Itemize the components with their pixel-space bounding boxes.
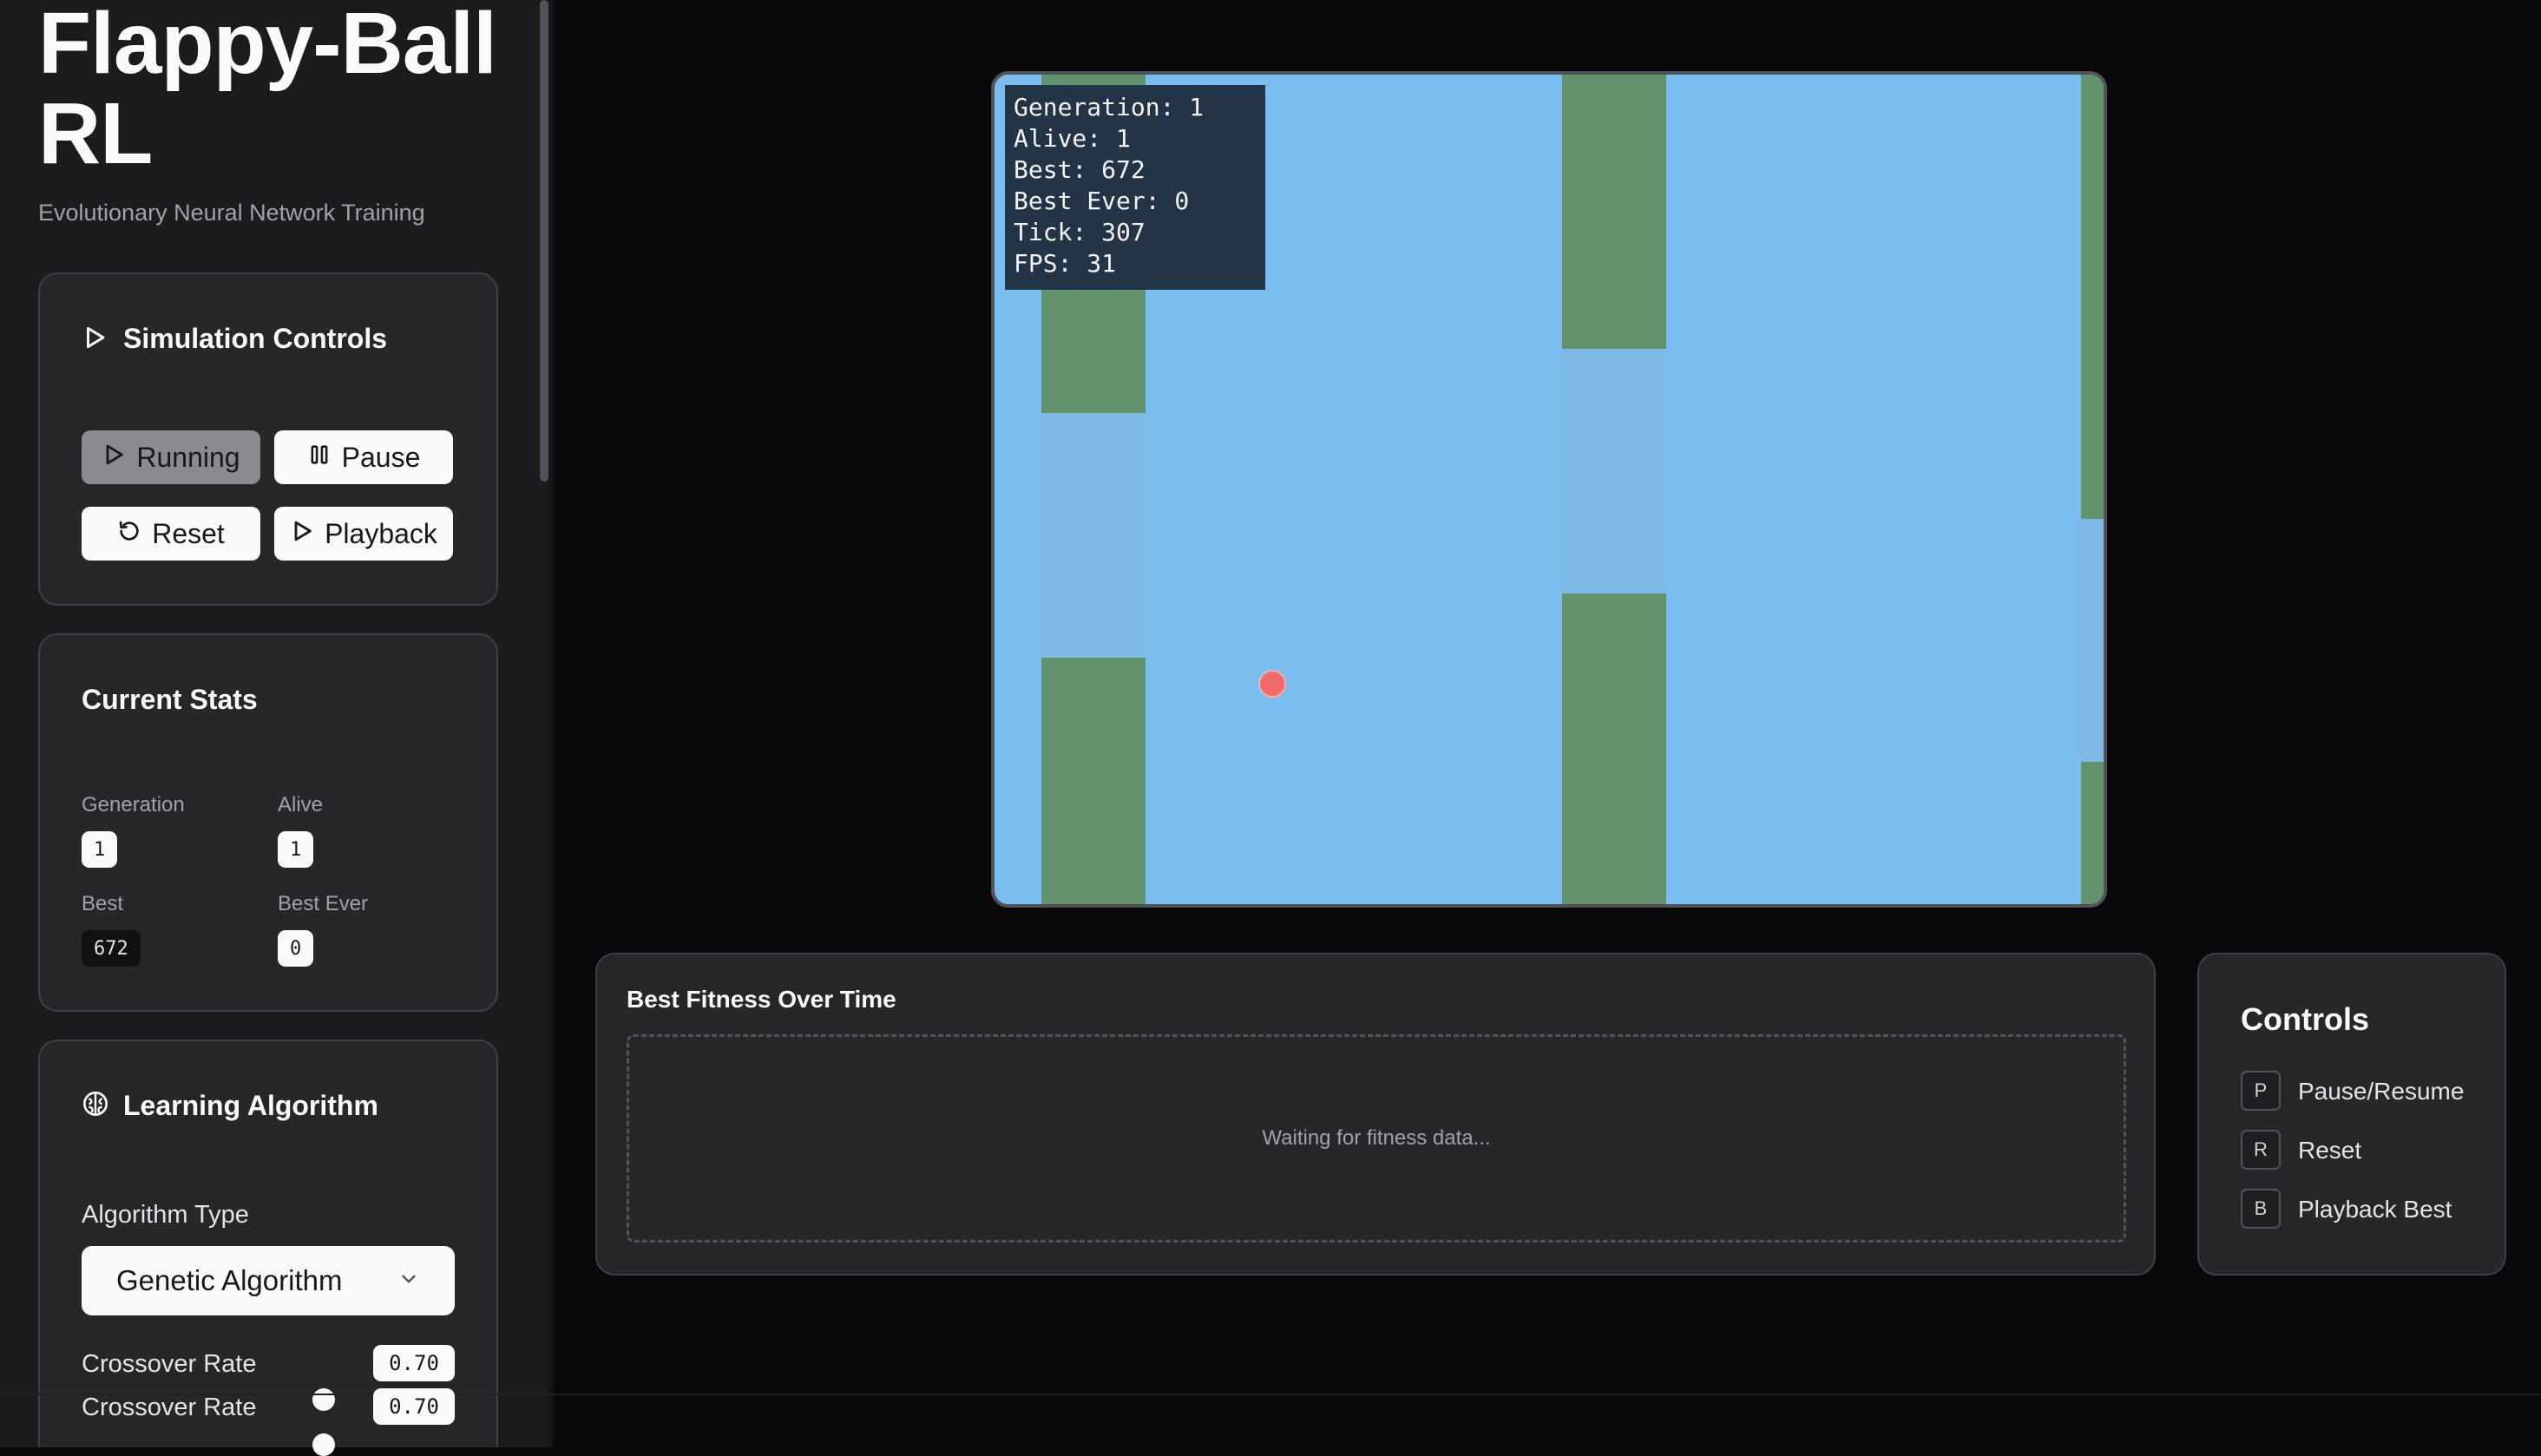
hud-best: Best: 672 xyxy=(1014,155,1146,184)
pipe-gap xyxy=(1041,413,1146,658)
pipe-bottom xyxy=(1041,658,1146,904)
brain-icon xyxy=(82,1090,109,1118)
play-icon xyxy=(82,325,108,351)
best-value: 672 xyxy=(82,930,141,967)
simulation-controls-title: Simulation Controls xyxy=(123,323,387,354)
alive-value: 1 xyxy=(278,831,314,868)
alive-label: Alive xyxy=(278,793,324,817)
key-b: B xyxy=(2241,1189,2281,1229)
fitness-empty-message: Waiting for fitness data... xyxy=(1262,1126,1491,1150)
hud-fps: FPS: 31 xyxy=(1014,249,1117,278)
key-r: R xyxy=(2241,1130,2281,1170)
pipe-bottom xyxy=(1562,594,1666,904)
ball xyxy=(1258,670,1286,698)
playback-button[interactable]: Playback xyxy=(274,507,453,561)
generation-label: Generation xyxy=(82,793,185,817)
hud-tick: Tick: 307 xyxy=(1014,218,1146,246)
reset-icon xyxy=(117,518,141,550)
chevron-down-icon xyxy=(397,1264,420,1297)
key-p-label: Pause/Resume xyxy=(2298,1078,2465,1105)
generation-value: 1 xyxy=(82,831,118,868)
crossover-rate-value: 0.70 xyxy=(373,1345,455,1381)
pipe-gap xyxy=(1562,349,1666,594)
sidebar: Flappy-Ball RL Evolutionary Neural Netwo… xyxy=(0,0,554,1447)
best-label: Best xyxy=(82,892,124,915)
key-p: P xyxy=(2241,1071,2281,1111)
best-ever-value: 0 xyxy=(278,930,314,967)
app-title: Flappy-Ball RL xyxy=(38,0,497,182)
current-stats-title: Current Stats xyxy=(82,684,258,715)
pipe-bottom xyxy=(2081,762,2104,904)
fitness-chart-area: Waiting for fitness data... xyxy=(627,1034,2126,1243)
crossover-rate-slider-thumb[interactable] xyxy=(312,1433,335,1456)
fitness-chart-title: Best Fitness Over Time xyxy=(627,986,896,1013)
algorithm-type-label: Algorithm Type xyxy=(82,1201,249,1229)
game-hud: Generation: 1 Alive: 1 Best: 672 Best Ev… xyxy=(1005,85,1265,290)
learning-algorithm-title: Learning Algorithm xyxy=(123,1090,378,1121)
app-subtitle: Evolutionary Neural Network Training xyxy=(38,200,425,226)
game-canvas[interactable]: Generation: 1 Alive: 1 Best: 672 Best Ev… xyxy=(991,71,2107,908)
crossover-rate-slider-thumb[interactable] xyxy=(312,1388,335,1411)
key-b-label: Playback Best xyxy=(2298,1196,2452,1223)
current-stats-card: Current Stats Generation 1 Alive 1 Best … xyxy=(38,633,498,1012)
controls-legend-title: Controls xyxy=(2241,1001,2369,1037)
crossover-rate-label: Crossover Rate xyxy=(82,1394,257,1421)
play-icon xyxy=(102,442,126,474)
key-r-label: Reset xyxy=(2298,1137,2362,1164)
simulation-controls-card: Simulation Controls Running Pause Reset … xyxy=(38,272,498,606)
pause-button[interactable]: Pause xyxy=(274,430,453,484)
playback-label: Playback xyxy=(325,517,437,549)
controls-legend-card: Controls P Pause/Resume R Reset B Playba… xyxy=(2197,953,2506,1276)
best-ever-label: Best Ever xyxy=(278,892,369,915)
crossover-rate-label: Crossover Rate xyxy=(82,1350,257,1378)
running-label: Running xyxy=(136,441,240,473)
running-button[interactable]: Running xyxy=(82,430,260,484)
fitness-chart-card: Best Fitness Over Time Waiting for fitne… xyxy=(595,953,2156,1276)
play-icon xyxy=(290,518,314,550)
sidebar-scrollbar[interactable] xyxy=(540,0,548,482)
reset-label: Reset xyxy=(152,517,225,549)
algorithm-type-value: Genetic Algorithm xyxy=(116,1264,343,1296)
pause-icon xyxy=(307,442,332,474)
sidebar-edge xyxy=(548,0,554,1447)
pause-label: Pause xyxy=(341,441,421,473)
pipe-gap xyxy=(2081,519,2104,762)
hud-alive: Alive: 1 xyxy=(1014,124,1131,153)
learning-algorithm-card: Learning Algorithm Algorithm Type Geneti… xyxy=(38,1040,498,1447)
crossover-rate-value: 0.70 xyxy=(373,1388,455,1425)
reset-button[interactable]: Reset xyxy=(82,507,260,561)
algorithm-type-select[interactable]: Genetic Algorithm xyxy=(82,1246,455,1315)
pipe-top xyxy=(2081,75,2104,519)
hud-generation: Generation: 1 xyxy=(1014,93,1205,121)
hud-best-ever: Best Ever: 0 xyxy=(1014,187,1190,215)
pipe-top xyxy=(1562,75,1666,349)
